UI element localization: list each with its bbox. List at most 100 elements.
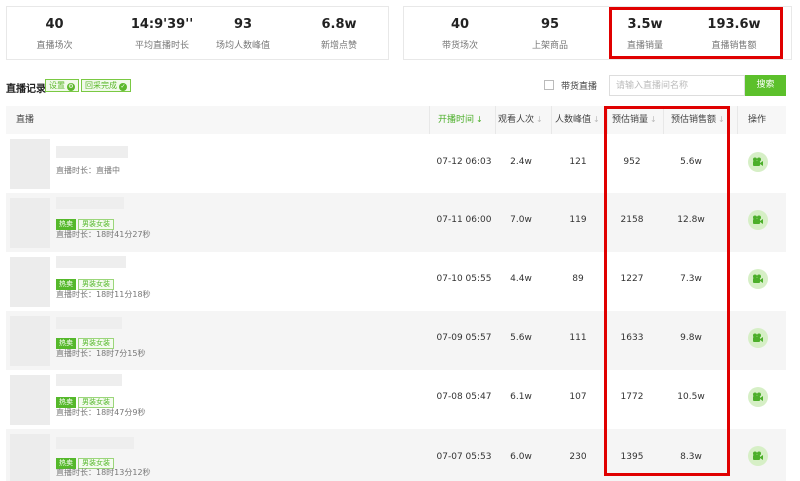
video-camera-icon[interactable] xyxy=(748,269,768,289)
live-room-title[interactable] xyxy=(56,146,128,158)
stat-label: 直播场次 xyxy=(36,41,73,51)
check-icon: ✓ xyxy=(119,83,127,91)
table-header: 直播 开播时间 ↓ 观看人次 ↓ 人数峰值 ↓ 预估销量 ↓ 预估销售额 ↓ 操作 xyxy=(6,106,786,134)
video-camera-icon[interactable] xyxy=(748,328,768,348)
cell-views: 6.1w xyxy=(510,392,532,402)
cell-amount: 5.6w xyxy=(680,157,702,167)
table-row: 热卖 男装女装 直播时长：18时41分27秒 07-11 06:00 7.0w 1… xyxy=(6,193,786,252)
header-divider xyxy=(551,106,552,134)
live-room-title[interactable] xyxy=(56,256,126,268)
live-cover-thumbnail[interactable] xyxy=(10,375,50,425)
live-duration: 直播时长：直播中 xyxy=(56,166,120,175)
sort-arrow-icon: ↓ xyxy=(593,115,600,124)
cell-views: 2.4w xyxy=(510,157,532,167)
header-views[interactable]: 观看人次 ↓ xyxy=(498,106,543,134)
video-camera-icon[interactable] xyxy=(748,210,768,230)
stat-value: 95 xyxy=(540,17,560,32)
live-room-title[interactable] xyxy=(56,437,134,449)
header-start-time[interactable]: 开播时间 ↓ xyxy=(438,106,483,134)
cell-peak: 121 xyxy=(569,157,587,167)
live-cover-thumbnail[interactable] xyxy=(10,139,50,189)
cell-amount: 10.5w xyxy=(677,392,705,402)
live-cover-thumbnail[interactable] xyxy=(10,434,50,481)
table-row: 热卖 男装女装 直播时长：18时11分18秒 07-10 05:55 4.4w 8… xyxy=(6,252,786,311)
stat-value: 40 xyxy=(45,17,64,32)
gear-icon: ⚙ xyxy=(67,83,75,91)
cell-peak: 230 xyxy=(569,452,587,462)
cell-peak: 119 xyxy=(569,215,587,225)
live-room-title[interactable] xyxy=(56,374,122,386)
header-amount[interactable]: 预估销售额 ↓ xyxy=(671,106,725,134)
stat-sales-sessions: 40 带货场次 xyxy=(404,7,516,61)
stat-live-sales-amount: 193.6w 直播销售额 xyxy=(694,7,774,61)
header-amount-label: 预估销售额 xyxy=(671,115,717,125)
stat-value: 40 xyxy=(450,17,470,32)
live-duration: 直播时长：18时47分9秒 xyxy=(56,408,146,417)
search-input[interactable] xyxy=(609,75,745,96)
video-camera-icon[interactable] xyxy=(748,152,768,172)
header-divider xyxy=(429,106,430,134)
sort-arrow-icon: ↓ xyxy=(650,115,657,124)
stat-value: 14:9'39'' xyxy=(130,17,194,32)
video-camera-icon[interactable] xyxy=(748,387,768,407)
video-camera-icon[interactable] xyxy=(748,446,768,466)
collect-status-badge: 回采完成 ✓ xyxy=(81,79,131,92)
live-duration: 直播时长：18时41分27秒 xyxy=(56,230,151,239)
settings-button[interactable]: 设置 ⚙ xyxy=(45,79,79,92)
table-row: 热卖 男装女装 直播时长：18时47分9秒 07-08 05:47 6.1w 10… xyxy=(6,370,786,429)
cell-amount: 8.3w xyxy=(680,452,702,462)
sort-arrow-icon: ↓ xyxy=(536,115,543,124)
cell-views: 6.0w xyxy=(510,452,532,462)
cell-sales: 2158 xyxy=(620,215,644,225)
stat-avg-peak: 93 场均人数峰值 xyxy=(203,7,283,61)
live-room-title[interactable] xyxy=(56,317,122,329)
table-row: 热卖 男装女装 直播时长：18时13分12秒 07-07 05:53 6.0w 2… xyxy=(6,429,786,481)
stat-avg-duration: 14:9'39'' 平均直播时长 xyxy=(112,7,212,61)
header-peak[interactable]: 人数峰值 ↓ xyxy=(555,106,600,134)
search-button[interactable]: 搜索 xyxy=(745,75,786,96)
cell-sales: 1633 xyxy=(620,333,644,343)
settings-label: 设置 xyxy=(49,81,65,90)
stat-value: 3.5w xyxy=(627,17,663,32)
sales-live-checkbox[interactable] xyxy=(544,80,554,90)
stat-label: 新增点赞 xyxy=(320,41,357,51)
header-sales-label: 预估销量 xyxy=(612,115,649,125)
stat-live-sessions: 40 直播场次 xyxy=(7,7,102,61)
sales-live-checkbox-label[interactable]: 带货直播 xyxy=(561,79,597,92)
cell-peak: 111 xyxy=(569,333,587,343)
header-sales[interactable]: 预估销量 ↓ xyxy=(612,106,657,134)
header-peak-label: 人数峰值 xyxy=(555,115,592,125)
header-divider xyxy=(607,106,608,134)
live-duration: 直播时长：18时13分12秒 xyxy=(56,468,151,477)
cell-amount: 9.8w xyxy=(680,333,702,343)
sales-stats-panel: 40 带货场次 95 上架商品 3.5w 直播销量 193.6w 直播销售额 xyxy=(403,6,792,60)
collect-status-label: 回采完成 xyxy=(85,81,117,90)
live-stats-panel: 40 直播场次 14:9'39'' 平均直播时长 93 场均人数峰值 6.8w … xyxy=(6,6,389,60)
cell-sales: 1227 xyxy=(620,274,644,284)
header-divider xyxy=(495,106,496,134)
cell-amount: 12.8w xyxy=(677,215,705,225)
stat-value: 93 xyxy=(233,17,253,32)
cell-amount: 7.3w xyxy=(680,274,702,284)
stat-live-sales-volume: 3.5w 直播销量 xyxy=(612,7,678,61)
live-room-title[interactable] xyxy=(56,197,124,209)
cell-views: 7.0w xyxy=(510,215,532,225)
header-start-time-label: 开播时间 xyxy=(438,115,475,125)
stat-value: 193.6w xyxy=(707,17,761,32)
live-duration: 直播时长：18时7分15秒 xyxy=(56,349,146,358)
cell-sales: 1395 xyxy=(620,452,644,462)
live-duration: 直播时长：18时11分18秒 xyxy=(56,290,151,299)
sort-arrow-icon: ↓ xyxy=(718,115,725,124)
table-row: 热卖 男装女装 直播时长：18时7分15秒 07-09 05:57 5.6w 11… xyxy=(6,311,786,370)
header-action: 操作 xyxy=(748,115,767,125)
header-live: 直播 xyxy=(16,115,35,125)
stat-products-listed: 95 上架商品 xyxy=(504,7,596,61)
live-cover-thumbnail[interactable] xyxy=(10,316,50,366)
stat-label: 直播销售额 xyxy=(711,41,757,51)
live-cover-thumbnail[interactable] xyxy=(10,257,50,307)
stat-value: 6.8w xyxy=(321,17,357,32)
live-cover-thumbnail[interactable] xyxy=(10,198,50,248)
stat-label: 平均直播时长 xyxy=(134,41,189,51)
cell-sales: 952 xyxy=(623,157,641,167)
cell-views: 5.6w xyxy=(510,333,532,343)
